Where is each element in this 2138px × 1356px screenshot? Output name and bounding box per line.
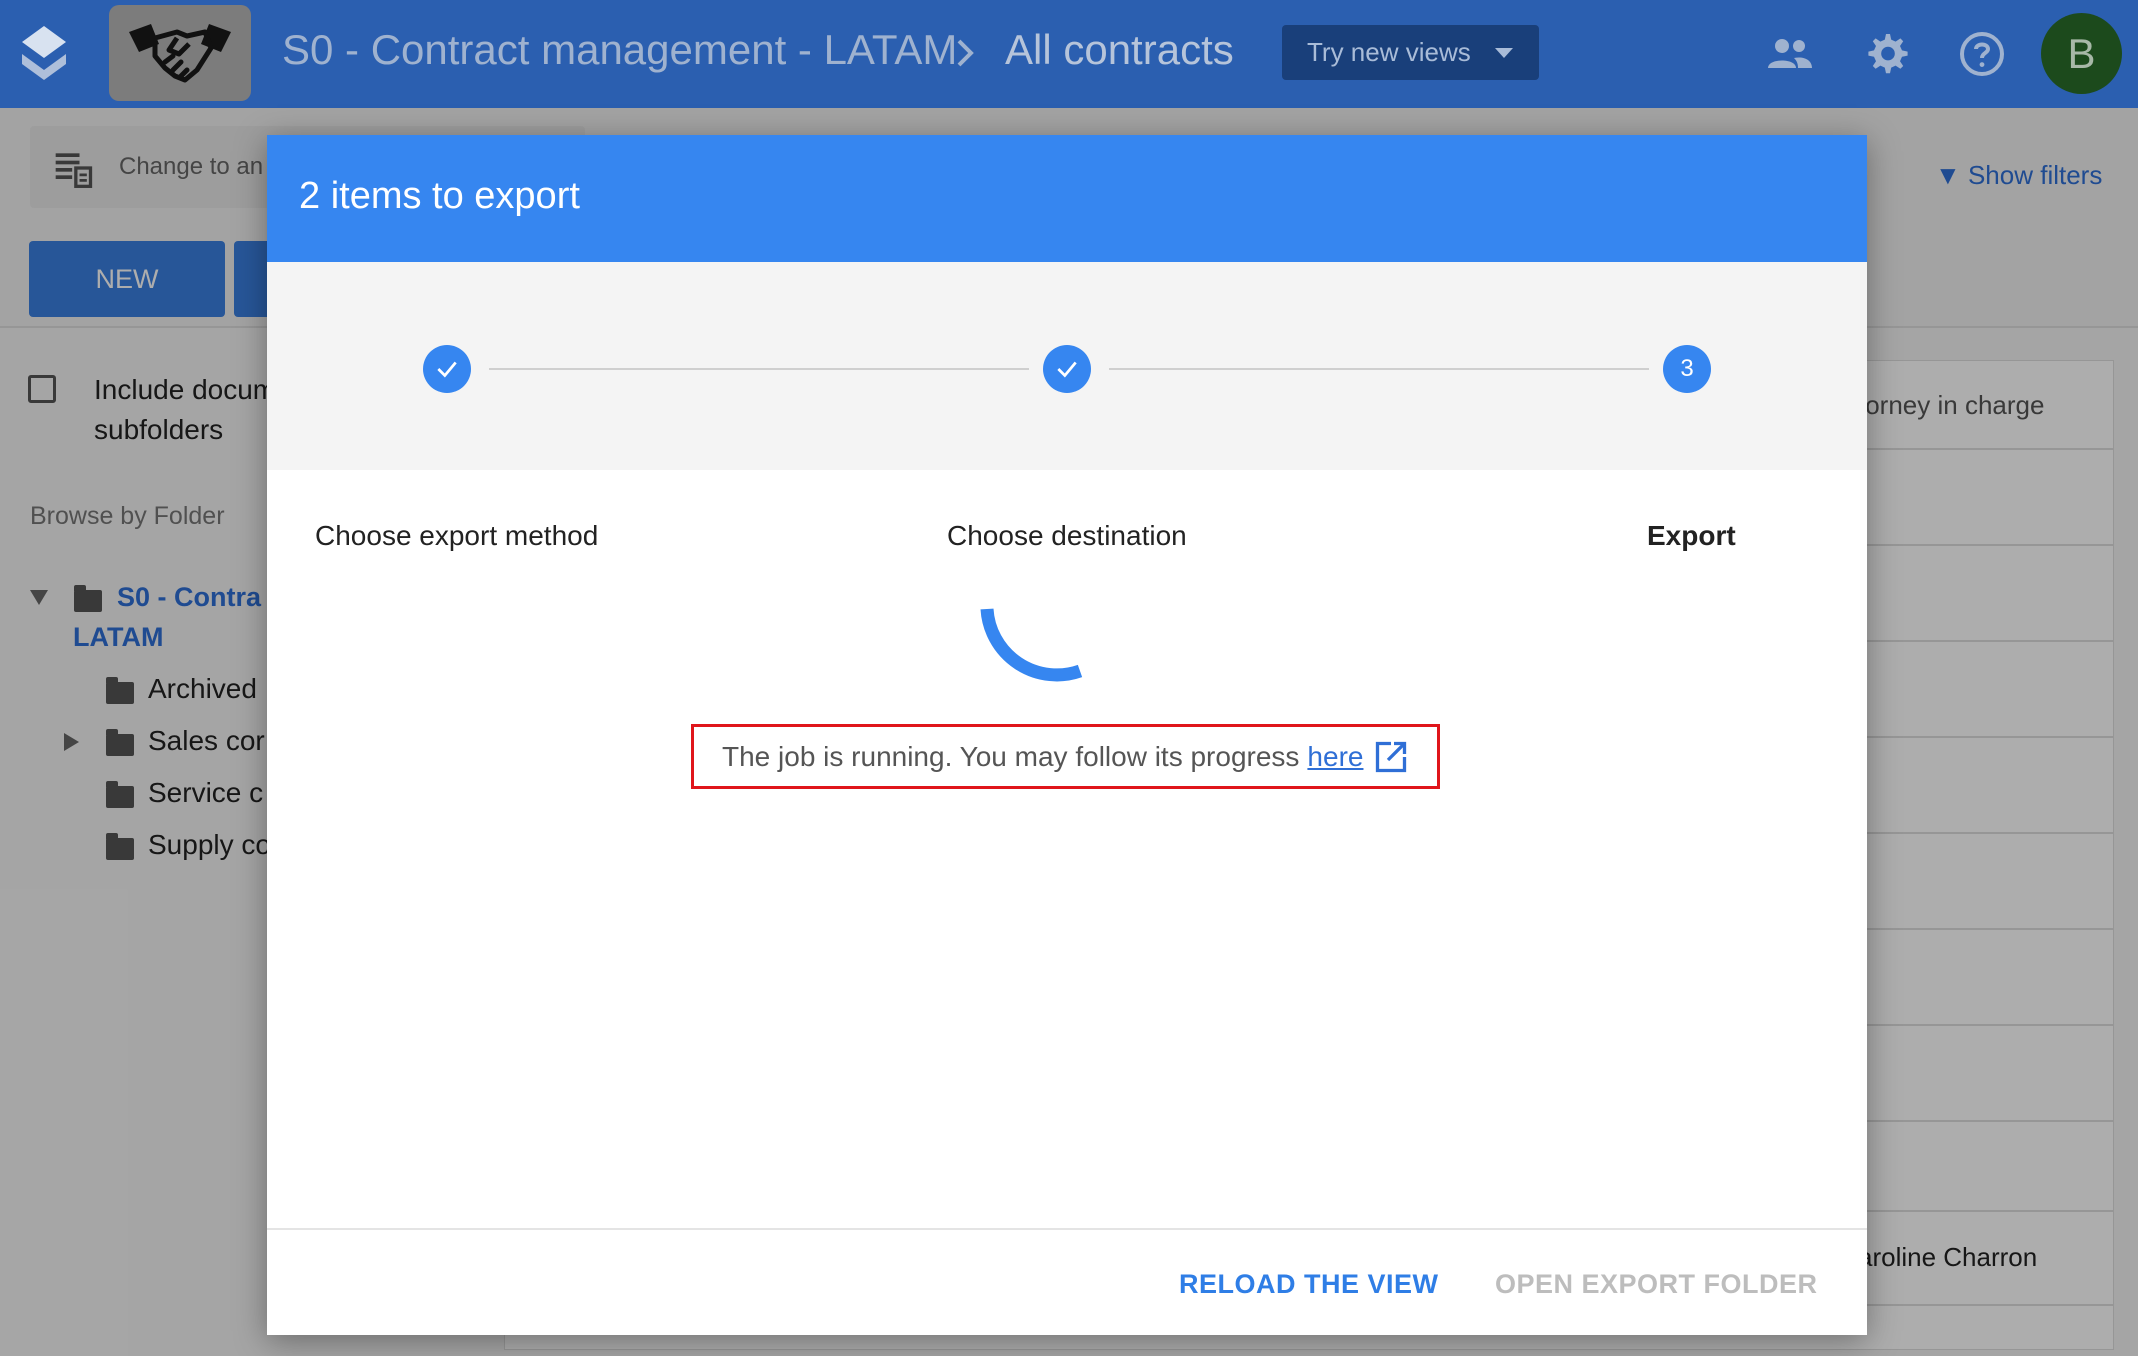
- open-export-folder-button[interactable]: OPEN EXPORT FOLDER: [1495, 1269, 1818, 1300]
- step-3-number: 3: [1663, 345, 1711, 393]
- footer-divider: [267, 1228, 1867, 1230]
- external-link-icon[interactable]: [1373, 739, 1409, 775]
- try-new-views-label: Try new views: [1307, 37, 1471, 67]
- brand-logo[interactable]: [109, 5, 251, 101]
- breadcrumb-view[interactable]: All contracts: [1005, 26, 1234, 74]
- handshake-icon: [129, 24, 231, 83]
- reload-view-button[interactable]: RELOAD THE VIEW: [1179, 1269, 1439, 1300]
- job-progress-link[interactable]: here: [1307, 741, 1363, 773]
- export-stepper: Choose export method Choose destination …: [267, 262, 1867, 551]
- step-2-label: Choose destination: [947, 520, 1187, 551]
- loading-spinner-icon: [980, 608, 1083, 682]
- dialog-header: 2 items to export: [267, 135, 1867, 262]
- export-dialog: 2 items to export Choose export method C…: [267, 135, 1867, 1335]
- people-icon[interactable]: [1766, 30, 1814, 78]
- help-icon[interactable]: [1958, 30, 2006, 78]
- job-status-message: The job is running. You may follow its p…: [691, 724, 1440, 789]
- gear-icon[interactable]: [1862, 30, 1910, 78]
- app-logo-icon[interactable]: [18, 24, 70, 84]
- step-2-check-icon: [1043, 345, 1091, 393]
- step-3-label: Export: [1647, 520, 1736, 551]
- caret-down-icon: [1495, 48, 1513, 58]
- chevron-right-icon: [957, 39, 974, 67]
- job-status-text: The job is running. You may follow its p…: [722, 740, 1300, 772]
- step-connector: [489, 368, 1029, 370]
- try-new-views-dropdown[interactable]: Try new views: [1282, 25, 1539, 80]
- step-1-check-icon: [423, 345, 471, 393]
- breadcrumb-workspace[interactable]: S0 - Contract management - LATAM: [282, 26, 957, 74]
- top-bar: S0 - Contract management - LATAM All con…: [0, 0, 2138, 108]
- step-connector: [1109, 368, 1649, 370]
- dialog-title: 2 items to export: [299, 175, 580, 217]
- step-1-label: Choose export method: [315, 520, 599, 551]
- user-avatar[interactable]: B: [2041, 13, 2122, 94]
